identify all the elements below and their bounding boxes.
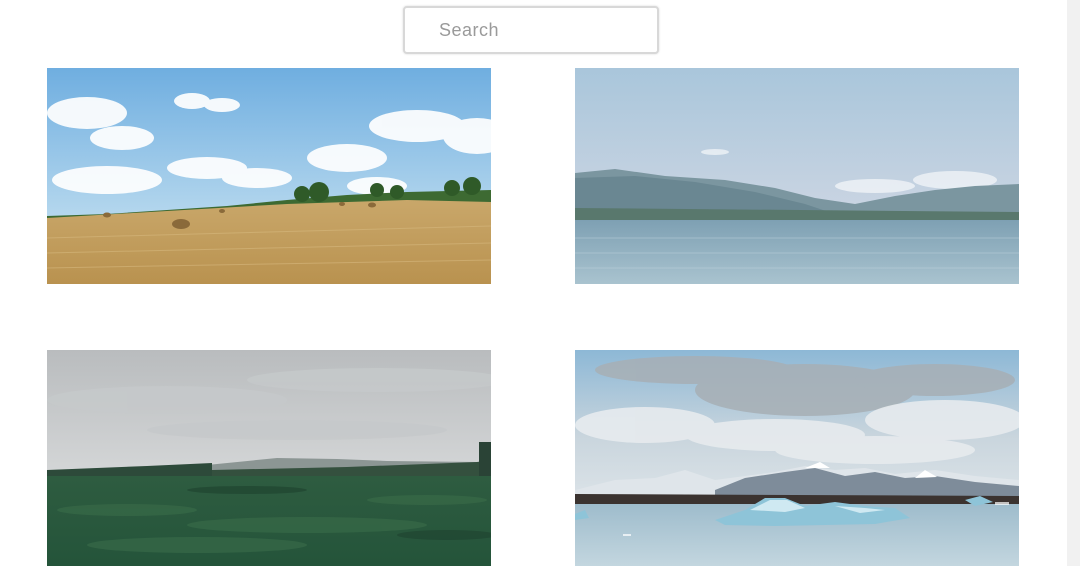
hay-field-photo bbox=[47, 68, 491, 284]
photo-card-hay-field[interactable] bbox=[47, 68, 491, 284]
glacier-lagoon-photo bbox=[575, 350, 1019, 566]
search-input[interactable] bbox=[405, 8, 657, 52]
lake-mountains-photo bbox=[575, 68, 1019, 284]
photo-card-green-forest[interactable] bbox=[47, 350, 491, 566]
search-box[interactable] bbox=[403, 6, 659, 54]
green-forest-photo bbox=[47, 350, 491, 566]
photo-card-lake-mountains[interactable] bbox=[575, 68, 1019, 284]
gallery-page bbox=[0, 0, 1080, 566]
photo-card-glacier-lagoon[interactable] bbox=[575, 350, 1019, 566]
scrollbar[interactable] bbox=[1067, 0, 1080, 566]
